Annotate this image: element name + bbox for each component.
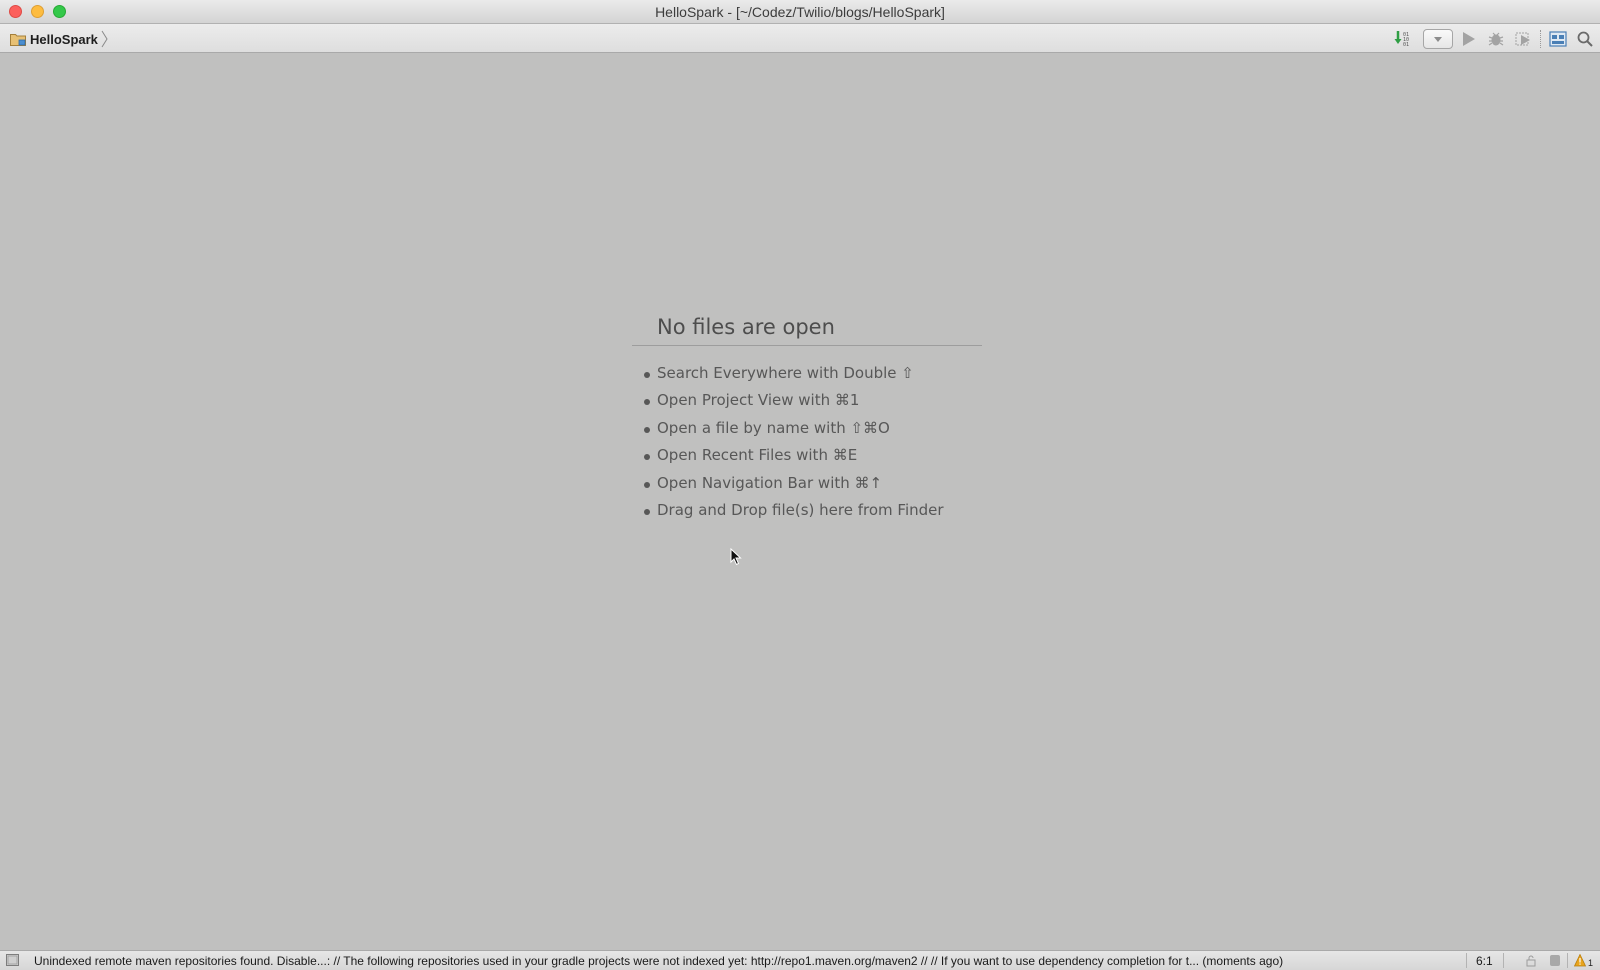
run-with-coverage-button[interactable] [1512, 28, 1534, 50]
empty-editor-title: No files are open [632, 313, 982, 346]
tool-windows-toggle-icon[interactable] [6, 954, 19, 966]
folder-icon [10, 33, 26, 46]
vcs-update-button[interactable]: 01 10 01 [1393, 28, 1415, 50]
main-toolbar: 01 10 01 [1388, 27, 1600, 51]
hint-open-file-by-name: Open a file by name with ⇧⌘O [632, 415, 982, 442]
status-separator [1567, 953, 1568, 968]
breadcrumb: HelloSpark [10, 30, 109, 48]
hint-search-everywhere: Search Everywhere with Double ⇧ [632, 360, 982, 387]
hint-drag-and-drop: Drag and Drop file(s) here from Finder [632, 497, 982, 524]
toolbar-separator [1540, 30, 1542, 48]
hint-recent-files: Open Recent Files with ⌘E [632, 442, 982, 469]
debug-button[interactable] [1485, 28, 1507, 50]
debug-icon [1488, 32, 1504, 46]
status-separator [1503, 953, 1504, 968]
search-everywhere-button[interactable] [1574, 28, 1596, 50]
chevron-right-icon [101, 30, 108, 48]
status-separator [1466, 953, 1467, 968]
navigation-bar: HelloSpark 01 10 01 [0, 24, 1600, 53]
breadcrumb-label: HelloSpark [30, 31, 98, 47]
project-structure-icon [1549, 31, 1567, 47]
status-message[interactable]: Unindexed remote maven repositories foun… [34, 953, 1459, 969]
lock-icon[interactable] [1524, 954, 1538, 967]
breadcrumb-item-hellospark[interactable]: HelloSpark [10, 32, 98, 47]
svg-text:01: 01 [1403, 42, 1409, 48]
window-title: HelloSpark - [~/Codez/Twilio/blogs/Hello… [655, 4, 945, 20]
caret-position[interactable]: 6:1 [1476, 953, 1493, 969]
mouse-cursor-icon [730, 548, 742, 566]
hint-project-view: Open Project View with ⌘1 [632, 387, 982, 414]
ide-window: HelloSpark - [~/Codez/Twilio/blogs/Hello… [0, 0, 1600, 970]
hint-navigation-bar: Open Navigation Bar with ⌘↑ [632, 470, 982, 497]
run-icon [1463, 32, 1475, 46]
title-bar[interactable]: HelloSpark - [~/Codez/Twilio/blogs/Hello… [0, 0, 1600, 24]
inspector-icon[interactable] [1548, 954, 1562, 967]
status-bar: Unindexed remote maven repositories foun… [0, 950, 1600, 970]
project-structure-button[interactable] [1547, 28, 1569, 50]
run-configuration-dropdown[interactable] [1423, 29, 1453, 49]
warning-icon[interactable]: 1 [1574, 954, 1596, 967]
vcs-update-icon: 01 10 01 [1394, 31, 1409, 48]
hint-list: Search Everywhere with Double ⇧ Open Pro… [632, 360, 982, 524]
warning-count: 1 [1588, 958, 1593, 967]
empty-editor-hints: No files are open Search Everywhere with… [632, 313, 982, 524]
run-with-coverage-icon [1515, 32, 1530, 46]
run-button[interactable] [1458, 28, 1480, 50]
chevron-down-icon [1434, 36, 1442, 42]
search-icon [1577, 31, 1593, 47]
